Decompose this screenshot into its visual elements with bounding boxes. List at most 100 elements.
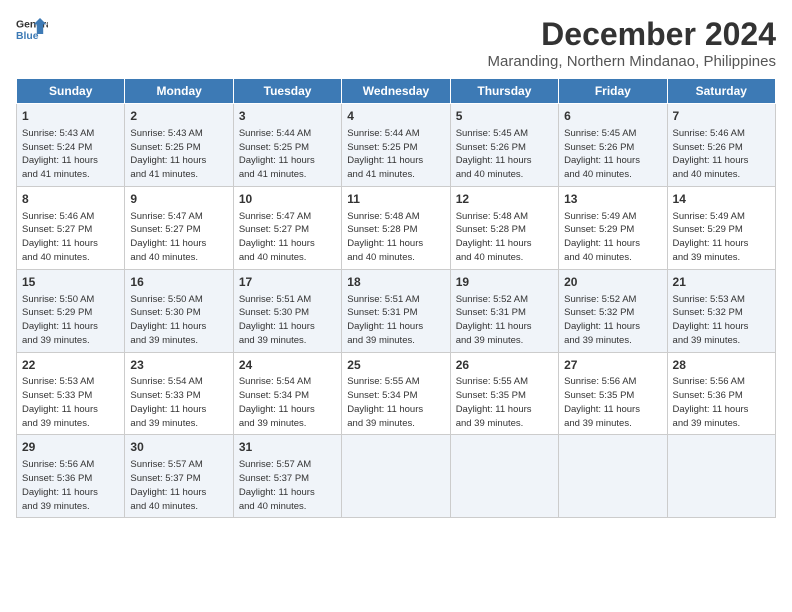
day-number: 15	[22, 274, 119, 291]
calendar-cell: 13 Sunrise: 5:49 AM Sunset: 5:29 PM Dayli…	[559, 186, 667, 269]
day-info: Sunrise: 5:43 AM Sunset: 5:25 PM Dayligh…	[130, 127, 227, 182]
calendar-cell	[667, 435, 775, 518]
day-number: 23	[130, 357, 227, 374]
day-info: Sunrise: 5:45 AM Sunset: 5:26 PM Dayligh…	[456, 127, 553, 182]
day-info: Sunrise: 5:52 AM Sunset: 5:31 PM Dayligh…	[456, 293, 553, 348]
day-info: Sunrise: 5:56 AM Sunset: 5:36 PM Dayligh…	[22, 458, 119, 513]
calendar-cell: 8 Sunrise: 5:46 AM Sunset: 5:27 PM Daylig…	[17, 186, 125, 269]
day-info: Sunrise: 5:48 AM Sunset: 5:28 PM Dayligh…	[347, 210, 444, 265]
calendar-cell: 6 Sunrise: 5:45 AM Sunset: 5:26 PM Daylig…	[559, 104, 667, 187]
day-number: 8	[22, 191, 119, 208]
day-info: Sunrise: 5:51 AM Sunset: 5:30 PM Dayligh…	[239, 293, 336, 348]
calendar-cell	[559, 435, 667, 518]
day-info: Sunrise: 5:46 AM Sunset: 5:27 PM Dayligh…	[22, 210, 119, 265]
day-info: Sunrise: 5:56 AM Sunset: 5:35 PM Dayligh…	[564, 375, 661, 430]
day-number: 24	[239, 357, 336, 374]
day-info: Sunrise: 5:55 AM Sunset: 5:35 PM Dayligh…	[456, 375, 553, 430]
day-header-thursday: Thursday	[450, 79, 558, 104]
day-number: 22	[22, 357, 119, 374]
day-info: Sunrise: 5:43 AM Sunset: 5:24 PM Dayligh…	[22, 127, 119, 182]
calendar-cell: 9Sunrise: 5:47 AM Sunset: 5:27 PM Daylig…	[125, 186, 233, 269]
day-info: Sunrise: 5:55 AM Sunset: 5:34 PM Dayligh…	[347, 375, 444, 430]
day-number: 2	[130, 108, 227, 125]
day-number: 7	[673, 108, 770, 125]
day-number: 3	[239, 108, 336, 125]
day-number: 31	[239, 439, 336, 456]
day-number: 29	[22, 439, 119, 456]
calendar-header-row: SundayMondayTuesdayWednesdayThursdayFrid…	[17, 79, 776, 104]
day-header-saturday: Saturday	[667, 79, 775, 104]
logo: General Blue	[16, 16, 48, 44]
calendar-cell: 24Sunrise: 5:54 AM Sunset: 5:34 PM Dayli…	[233, 352, 341, 435]
day-number: 30	[130, 439, 227, 456]
day-info: Sunrise: 5:53 AM Sunset: 5:32 PM Dayligh…	[673, 293, 770, 348]
calendar-cell: 10Sunrise: 5:47 AM Sunset: 5:27 PM Dayli…	[233, 186, 341, 269]
logo-icon: General Blue	[16, 16, 48, 44]
day-number: 25	[347, 357, 444, 374]
day-info: Sunrise: 5:57 AM Sunset: 5:37 PM Dayligh…	[239, 458, 336, 513]
calendar-week-2: 8 Sunrise: 5:46 AM Sunset: 5:27 PM Daylig…	[17, 186, 776, 269]
day-info: Sunrise: 5:50 AM Sunset: 5:29 PM Dayligh…	[22, 293, 119, 348]
day-number: 21	[673, 274, 770, 291]
calendar-cell: 5 Sunrise: 5:45 AM Sunset: 5:26 PM Daylig…	[450, 104, 558, 187]
day-info: Sunrise: 5:45 AM Sunset: 5:26 PM Dayligh…	[564, 127, 661, 182]
calendar-cell: 28Sunrise: 5:56 AM Sunset: 5:36 PM Dayli…	[667, 352, 775, 435]
calendar-cell: 23Sunrise: 5:54 AM Sunset: 5:33 PM Dayli…	[125, 352, 233, 435]
calendar-cell: 12 Sunrise: 5:48 AM Sunset: 5:28 PM Dayli…	[450, 186, 558, 269]
calendar-cell: 17Sunrise: 5:51 AM Sunset: 5:30 PM Dayli…	[233, 269, 341, 352]
day-info: Sunrise: 5:56 AM Sunset: 5:36 PM Dayligh…	[673, 375, 770, 430]
day-number: 19	[456, 274, 553, 291]
calendar-cell: 30 Sunrise: 5:57 AM Sunset: 5:37 PM Dayli…	[125, 435, 233, 518]
day-number: 16	[130, 274, 227, 291]
calendar-cell: 15 Sunrise: 5:50 AM Sunset: 5:29 PM Dayli…	[17, 269, 125, 352]
day-info: Sunrise: 5:57 AM Sunset: 5:37 PM Dayligh…	[130, 458, 227, 513]
calendar-cell: 31 Sunrise: 5:57 AM Sunset: 5:37 PM Dayli…	[233, 435, 341, 518]
title-area: December 2024 Maranding, Northern Mindan…	[487, 16, 776, 70]
calendar-cell: 20 Sunrise: 5:52 AM Sunset: 5:32 PM Dayli…	[559, 269, 667, 352]
calendar-week-4: 22Sunrise: 5:53 AM Sunset: 5:33 PM Dayli…	[17, 352, 776, 435]
calendar-cell: 14 Sunrise: 5:49 AM Sunset: 5:29 PM Dayli…	[667, 186, 775, 269]
calendar-cell: 1 Sunrise: 5:43 AM Sunset: 5:24 PM Daylig…	[17, 104, 125, 187]
calendar-cell: 4Sunrise: 5:44 AM Sunset: 5:25 PM Daylig…	[342, 104, 450, 187]
day-number: 4	[347, 108, 444, 125]
calendar-week-5: 29 Sunrise: 5:56 AM Sunset: 5:36 PM Dayli…	[17, 435, 776, 518]
day-number: 26	[456, 357, 553, 374]
day-info: Sunrise: 5:51 AM Sunset: 5:31 PM Dayligh…	[347, 293, 444, 348]
day-info: Sunrise: 5:48 AM Sunset: 5:28 PM Dayligh…	[456, 210, 553, 265]
calendar-cell: 29 Sunrise: 5:56 AM Sunset: 5:36 PM Dayli…	[17, 435, 125, 518]
day-number: 14	[673, 191, 770, 208]
calendar-cell: 11 Sunrise: 5:48 AM Sunset: 5:28 PM Dayli…	[342, 186, 450, 269]
calendar-cell: 19 Sunrise: 5:52 AM Sunset: 5:31 PM Dayli…	[450, 269, 558, 352]
day-number: 5	[456, 108, 553, 125]
day-info: Sunrise: 5:49 AM Sunset: 5:29 PM Dayligh…	[673, 210, 770, 265]
day-info: Sunrise: 5:50 AM Sunset: 5:30 PM Dayligh…	[130, 293, 227, 348]
calendar: SundayMondayTuesdayWednesdayThursdayFrid…	[16, 78, 776, 518]
day-number: 20	[564, 274, 661, 291]
day-number: 12	[456, 191, 553, 208]
calendar-week-3: 15 Sunrise: 5:50 AM Sunset: 5:29 PM Dayli…	[17, 269, 776, 352]
svg-text:Blue: Blue	[16, 31, 39, 42]
calendar-cell: 25Sunrise: 5:55 AM Sunset: 5:34 PM Dayli…	[342, 352, 450, 435]
day-info: Sunrise: 5:47 AM Sunset: 5:27 PM Dayligh…	[239, 210, 336, 265]
calendar-cell: 27Sunrise: 5:56 AM Sunset: 5:35 PM Dayli…	[559, 352, 667, 435]
day-number: 18	[347, 274, 444, 291]
header: General Blue December 2024 Maranding, No…	[16, 16, 776, 70]
day-info: Sunrise: 5:46 AM Sunset: 5:26 PM Dayligh…	[673, 127, 770, 182]
day-header-wednesday: Wednesday	[342, 79, 450, 104]
day-info: Sunrise: 5:52 AM Sunset: 5:32 PM Dayligh…	[564, 293, 661, 348]
day-info: Sunrise: 5:44 AM Sunset: 5:25 PM Dayligh…	[239, 127, 336, 182]
day-header-sunday: Sunday	[17, 79, 125, 104]
calendar-cell	[342, 435, 450, 518]
day-header-tuesday: Tuesday	[233, 79, 341, 104]
day-info: Sunrise: 5:49 AM Sunset: 5:29 PM Dayligh…	[564, 210, 661, 265]
day-number: 11	[347, 191, 444, 208]
day-number: 28	[673, 357, 770, 374]
day-number: 9	[130, 191, 227, 208]
calendar-cell: 7 Sunrise: 5:46 AM Sunset: 5:26 PM Daylig…	[667, 104, 775, 187]
calendar-cell: 18 Sunrise: 5:51 AM Sunset: 5:31 PM Dayli…	[342, 269, 450, 352]
day-info: Sunrise: 5:53 AM Sunset: 5:33 PM Dayligh…	[22, 375, 119, 430]
day-info: Sunrise: 5:54 AM Sunset: 5:34 PM Dayligh…	[239, 375, 336, 430]
day-number: 13	[564, 191, 661, 208]
day-number: 6	[564, 108, 661, 125]
day-number: 1	[22, 108, 119, 125]
